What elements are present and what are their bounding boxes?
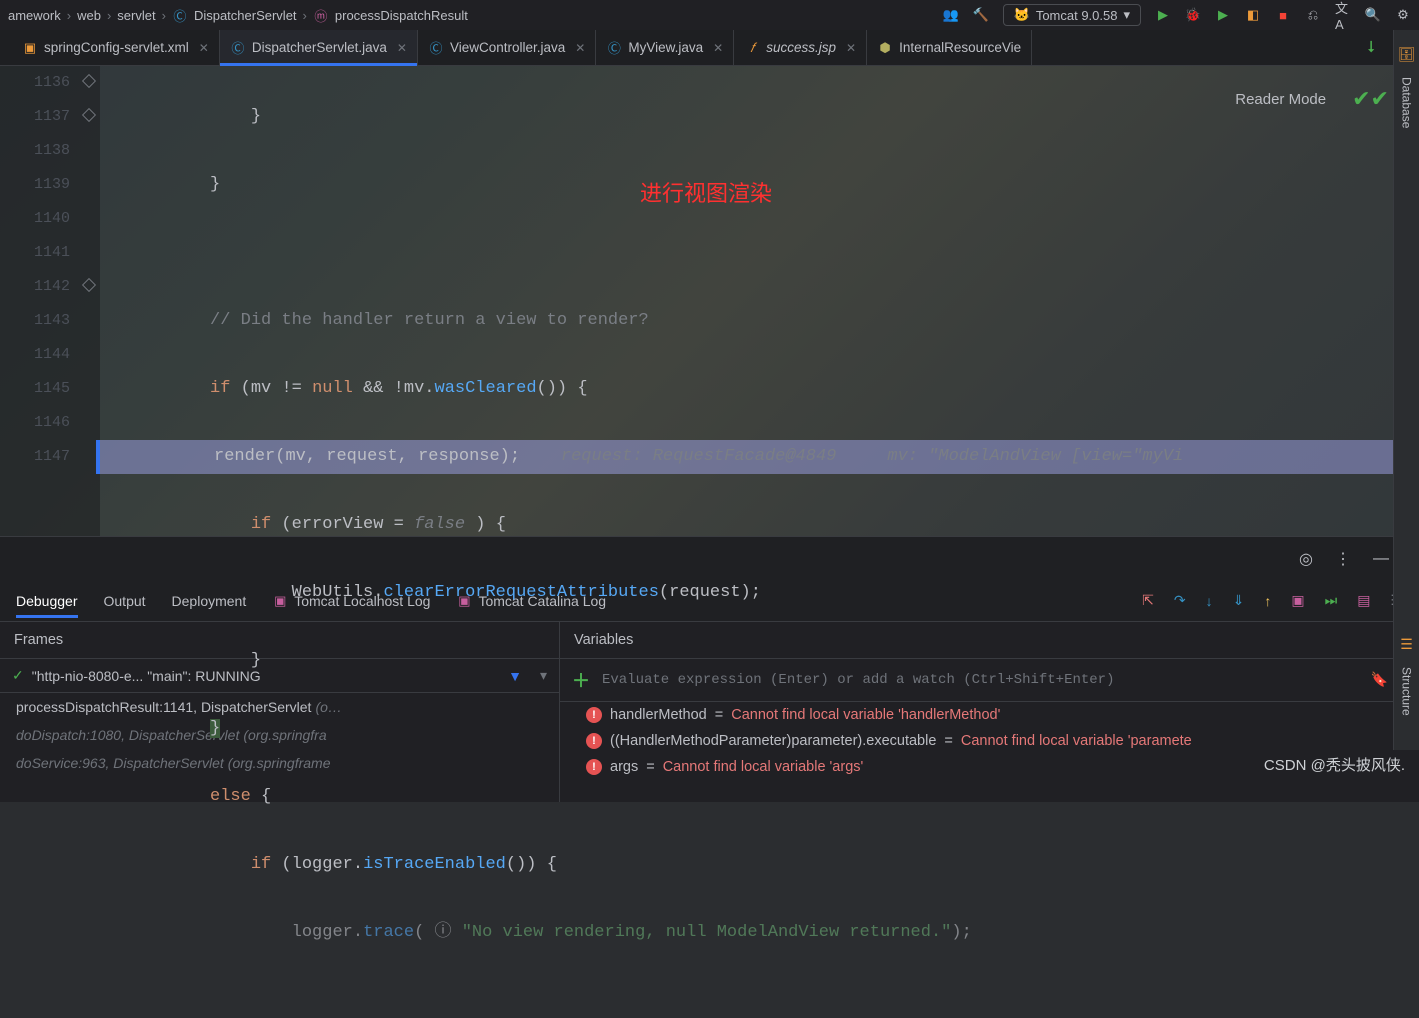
breadcrumb[interactable]: DispatcherServlet [194,8,297,23]
class-icon: Ⓒ [172,7,188,23]
check-icon: ✓ [12,667,24,684]
close-icon[interactable]: ✕ [575,41,585,55]
search-icon[interactable]: 🔍 [1365,7,1381,23]
reader-mode-label: Reader Mode [1235,91,1326,108]
tab-success-jsp[interactable]: 𝑓success.jsp✕ [734,30,867,65]
breadcrumb[interactable]: web [77,8,101,23]
execution-line: render(mv, request, response); request: … [96,440,1419,474]
run-button[interactable]: ▶ [1155,7,1171,23]
locale-icon[interactable]: 文A [1335,7,1351,23]
build-icon[interactable]: 🔨 [973,7,989,23]
tab-view-controller[interactable]: ⒸViewController.java✕ [418,30,596,65]
debug-button[interactable]: 🐞 [1185,7,1201,23]
breadcrumb[interactable]: servlet [117,8,155,23]
download-icon[interactable]: ⭣ [1367,39,1375,57]
fold-marker-icon[interactable] [82,108,96,122]
jsp-icon: 𝑓 [744,40,760,56]
tab-dispatcher-servlet[interactable]: ⒸDispatcherServlet.java✕ [220,30,418,65]
java-class-icon: Ⓒ [230,40,246,56]
method-icon: ⓜ [313,7,329,23]
close-icon[interactable]: ✕ [713,41,723,55]
chevron-down-icon: ▾ [1123,7,1130,23]
tab-debugger[interactable]: Debugger [16,585,78,617]
editor-gutter[interactable]: 1136 1137 1138 1139 1140 1141 1142 1143 … [0,66,100,536]
close-icon[interactable]: ✕ [397,41,407,55]
tab-spring-config[interactable]: ▣springConfig-servlet.xml✕ [12,30,220,65]
close-icon[interactable]: ✕ [846,41,856,55]
run-config-select[interactable]: 🐱 Tomcat 9.0.58 ▾ [1003,4,1141,26]
java-class-icon: Ⓒ [428,40,444,56]
stop-button[interactable]: ■ [1275,7,1291,23]
close-icon[interactable]: ✕ [199,41,209,55]
breadcrumb[interactable]: amework [8,8,61,23]
annotation-label: 进行视图渲染 [640,176,772,208]
commit-icon[interactable]: ⎌ [1305,7,1321,23]
tomcat-icon: 🐱 [1014,7,1030,23]
code-editor[interactable]: Reader Mode ✔✔ 进行视图渲染 1136 1137 1138 113… [0,66,1419,536]
coverage-button[interactable]: ▶ [1215,7,1231,23]
inspection-ok-icon[interactable]: ✔✔ [1352,86,1389,112]
breadcrumb[interactable]: processDispatchResult [335,8,468,23]
tab-internal-resource[interactable]: ⬢InternalResourceVie [867,30,1032,65]
xml-icon: ▣ [22,40,38,56]
right-tool-rail: 🗄 Database ☰ Structure [1393,30,1419,750]
navigation-bar: amework› web› servlet› Ⓒ DispatcherServl… [0,0,1419,30]
profile-button[interactable]: ◧ [1245,7,1261,23]
lib-icon: ⬢ [877,40,893,56]
structure-icon[interactable]: ☰ [1400,636,1413,653]
inlay-hint: mv: "ModelAndView [view="myVi [887,447,1183,466]
fold-marker-icon[interactable] [82,74,96,88]
fold-marker-icon[interactable] [82,278,96,292]
tab-myview[interactable]: ⒸMyView.java✕ [596,30,734,65]
code-comment: // Did the handler return a view to rend… [210,311,649,330]
reader-mode-widget[interactable]: Reader Mode ✔✔ [1235,86,1389,112]
inlay-hint: request: RequestFacade@4849 [561,447,836,466]
gear-icon[interactable]: ⚙ [1395,7,1411,23]
database-tool[interactable]: Database [1400,77,1414,128]
watermark: CSDN @秃头披风侠. [1264,754,1405,775]
structure-tool[interactable]: Structure [1400,667,1414,716]
user-icon[interactable]: 👥 [943,7,959,23]
code-area[interactable]: } } // Did the handler return a view to … [100,66,1419,536]
editor-tabs: ▣springConfig-servlet.xml✕ ⒸDispatcherSe… [0,30,1419,66]
database-icon[interactable]: 🗄 [1398,46,1416,63]
java-class-icon: Ⓒ [606,40,622,56]
run-config-label: Tomcat 9.0.58 [1036,8,1118,23]
